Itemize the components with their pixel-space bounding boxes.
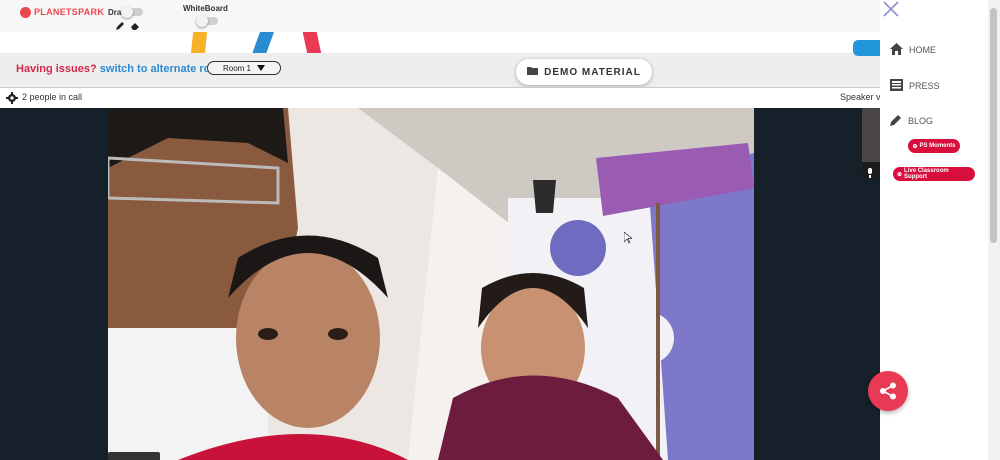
pencil-icon <box>890 114 902 128</box>
thumbnail-bar <box>862 162 880 178</box>
close-icon[interactable] <box>882 0 900 18</box>
gear-icon[interactable] <box>6 91 18 104</box>
participant-name-tag <box>108 452 160 460</box>
main-video-feed <box>108 108 754 460</box>
draw-toggle-knob <box>121 6 133 18</box>
issues-text: Having issues? <box>16 63 97 75</box>
sidebar-item-label: PRESS <box>909 81 940 91</box>
planetspark-logo[interactable]: PLANETSPARK <box>20 4 104 20</box>
decor-stripe-orange <box>190 32 208 54</box>
sidebar-item-label: BLOG <box>908 116 934 126</box>
draw-toggle[interactable] <box>121 6 143 18</box>
sidebar-item-label: HOME <box>909 45 936 55</box>
live-classroom-support-button[interactable]: ⊕ Live Classroom Support <box>893 167 975 181</box>
pencil-icon[interactable] <box>115 18 125 36</box>
demo-material-label: DEMO MATERIAL <box>544 66 641 78</box>
logo-text: PLANETSPARK <box>34 7 105 17</box>
plus-icon: ⊕ <box>912 143 918 150</box>
eraser-icon[interactable] <box>130 18 140 36</box>
sidebar-item-blog[interactable]: BLOG <box>890 114 933 128</box>
ps-moments-label: PS Moments <box>919 143 956 149</box>
share-icon <box>879 382 897 405</box>
sidebar-item-press[interactable]: PRESS <box>890 79 940 93</box>
people-count-text: 2 people in call <box>22 92 83 102</box>
mic-icon <box>866 165 874 183</box>
decor-stripe-blue <box>251 32 275 54</box>
decor-stripe-red <box>302 32 322 54</box>
whiteboard-toggle[interactable] <box>196 15 218 27</box>
room-select-value: Room 1 <box>222 63 251 73</box>
caret-down-icon <box>257 64 265 73</box>
issues-message: Having issues? switch to alternate room <box>16 63 227 75</box>
whiteboard-label: WhiteBoard <box>183 4 228 13</box>
video-frame-illustration <box>108 108 754 460</box>
newspaper-icon <box>890 79 903 93</box>
plus-icon: ⊕ <box>897 171 903 178</box>
mouse-cursor-icon <box>623 231 633 249</box>
sidebar-item-home[interactable]: HOME <box>890 43 936 57</box>
whiteboard-toggle-knob <box>196 15 208 27</box>
room-select[interactable]: Room 1 <box>207 61 281 75</box>
demo-material-button[interactable]: DEMO MATERIAL <box>516 59 652 85</box>
live-classroom-support-label: Live Classroom Support <box>904 168 949 180</box>
call-info-bar <box>0 87 880 109</box>
scrollbar-thumb[interactable] <box>990 8 997 243</box>
share-button[interactable] <box>868 371 908 411</box>
speaker-view-toggle[interactable]: Speaker view <box>840 92 880 102</box>
home-icon <box>890 43 903 57</box>
folder-icon <box>527 66 539 78</box>
logo-mark-icon <box>20 6 31 18</box>
ps-moments-button[interactable]: ⊕ PS Moments <box>908 139 960 153</box>
chat-bubble-icon[interactable] <box>853 40 880 56</box>
